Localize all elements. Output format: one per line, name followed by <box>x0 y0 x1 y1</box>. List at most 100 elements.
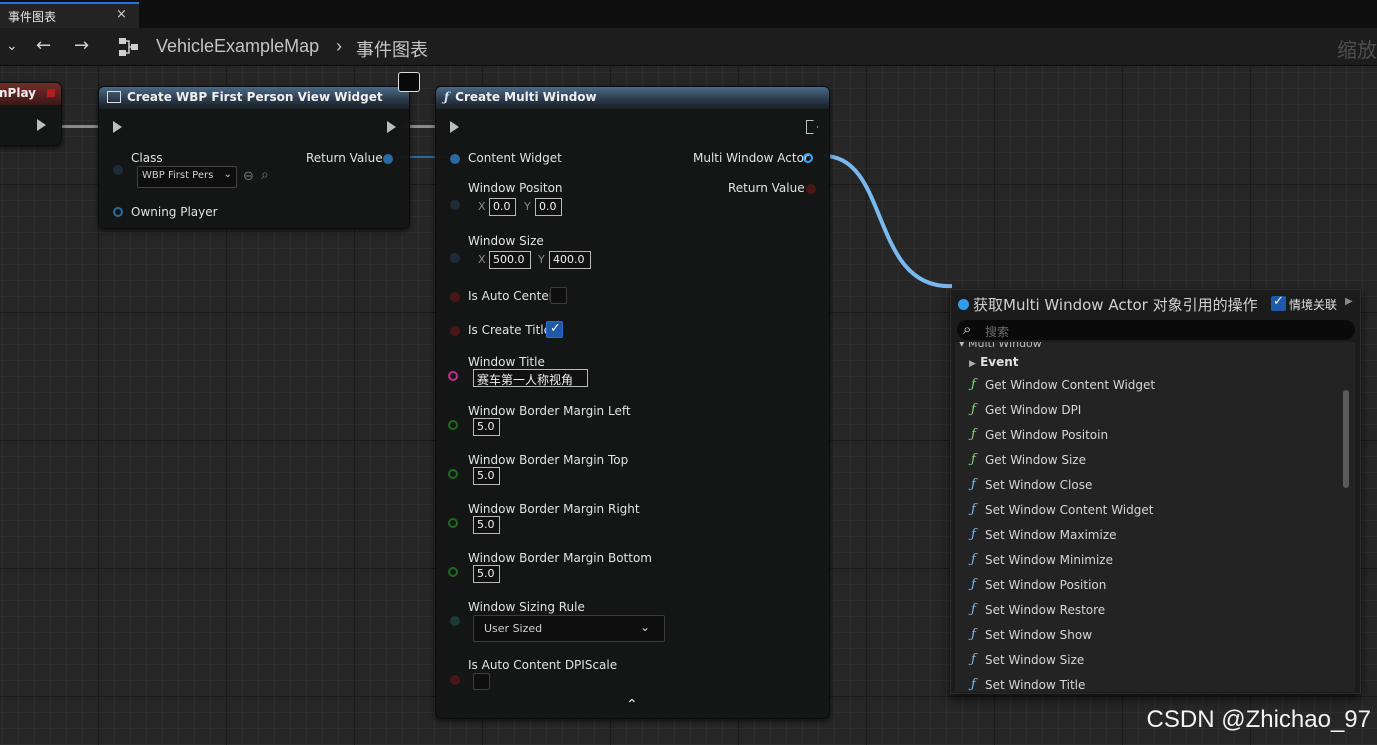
create-widget-node[interactable]: Create WBP First Person View Widget Clas… <box>98 86 410 229</box>
function-icon: ƒ <box>971 402 976 417</box>
category-multi-window[interactable]: ▾ Multi Window <box>959 342 1042 350</box>
create-title-checkbox[interactable] <box>546 321 563 338</box>
function-icon: ƒ <box>971 477 976 492</box>
delegate-pin[interactable] <box>47 89 55 97</box>
chevron-down-icon[interactable]: ⌄ <box>6 36 18 56</box>
node-header: nPlay <box>0 83 61 105</box>
sizing-rule-dropdown[interactable]: User Sized ⌄ <box>473 615 665 642</box>
use-selected-icon[interactable]: ⊖ <box>243 169 254 184</box>
exec-in-pin[interactable] <box>113 121 122 133</box>
size-x-input[interactable]: 500.0 <box>489 251 531 269</box>
exec-wire <box>405 125 439 128</box>
margin-top-pin[interactable] <box>448 469 458 479</box>
graph-hierarchy-icon[interactable] <box>118 37 140 62</box>
x-axis-label: X <box>478 200 486 213</box>
sizing-rule-label: Window Sizing Rule <box>468 600 585 614</box>
window-size-label: Window Size <box>468 234 544 248</box>
function-icon: ƒ <box>971 627 976 642</box>
window-position-pin[interactable] <box>450 200 460 210</box>
class-value: WBP First Pers <box>142 170 214 181</box>
breadcrumb-map[interactable]: VehicleExampleMap <box>156 36 319 57</box>
margin-top-input[interactable]: 5.0 <box>473 467 500 485</box>
margin-left-input[interactable]: 5.0 <box>473 418 500 436</box>
class-pin[interactable] <box>113 165 123 175</box>
auto-center-checkbox[interactable] <box>550 287 567 304</box>
action-item-label: Set Window Size <box>985 653 1085 667</box>
action-item[interactable]: ƒ Set Window Minimize <box>971 552 1113 567</box>
content-widget-pin[interactable] <box>450 154 460 164</box>
margin-left-pin[interactable] <box>448 420 458 430</box>
auto-center-pin[interactable] <box>450 292 460 302</box>
window-size-pin[interactable] <box>450 253 460 263</box>
action-item[interactable]: ƒ Set Window Size <box>971 652 1085 667</box>
window-title-pin[interactable] <box>448 371 458 381</box>
return-value-pin[interactable] <box>383 154 393 164</box>
dpi-scale-pin[interactable] <box>450 675 460 685</box>
create-title-pin[interactable] <box>450 326 460 336</box>
action-item[interactable]: ƒ Get Window Positoin <box>971 427 1108 442</box>
node-header: Create WBP First Person View Widget <box>99 87 409 109</box>
back-arrow-icon[interactable]: ← <box>36 36 51 56</box>
action-item-label: Set Window Title <box>985 678 1086 692</box>
margin-right-pin[interactable] <box>448 518 458 528</box>
action-item[interactable]: ƒ Set Window Position <box>971 577 1106 592</box>
tab-bar: 事件图表 × <box>0 0 1377 28</box>
window-title-input[interactable]: 赛车第一人称视角 <box>473 369 588 387</box>
search-input[interactable]: ⌕ 搜索 <box>957 320 1355 340</box>
action-item[interactable]: ƒ Set Window Maximize <box>971 527 1117 542</box>
exec-out-pin[interactable] <box>806 120 818 134</box>
function-icon: ƒ <box>971 577 976 592</box>
context-action-menu: 获取Multi Window Actor 对象引用的操作 ✓ 情境关联 ▶ ⌕ … <box>950 289 1361 694</box>
action-item[interactable]: ƒ Set Window Close <box>971 477 1093 492</box>
margin-bottom-input[interactable]: 5.0 <box>473 565 500 583</box>
class-dropdown[interactable]: WBP First Pers ⌄ <box>137 166 237 188</box>
search-placeholder: 搜索 <box>985 325 1010 339</box>
object-wire <box>823 154 953 289</box>
exec-out-pin[interactable] <box>387 121 396 133</box>
exec-in-pin[interactable] <box>450 121 459 133</box>
event-begin-play-node[interactable]: nPlay <box>0 82 62 146</box>
exec-out-pin[interactable] <box>37 119 46 131</box>
margin-right-input[interactable]: 5.0 <box>473 516 500 534</box>
context-sensitive-checkbox[interactable]: ✓ <box>1271 294 1286 311</box>
action-item[interactable]: ƒ Set Window Title <box>971 677 1086 692</box>
create-multi-window-node[interactable]: ƒ Create Multi Window Content Widget Mult… <box>435 86 830 719</box>
function-icon: ƒ <box>971 552 976 567</box>
function-icon: ƒ <box>971 502 976 517</box>
tab-event-graph[interactable]: 事件图表 × <box>0 2 139 28</box>
search-icon[interactable]: ⌕ <box>261 167 269 183</box>
action-item[interactable]: ƒ Get Window Content Widget <box>971 377 1155 392</box>
category-event[interactable]: ▶ Event <box>969 355 1019 369</box>
multi-window-actor-pin[interactable] <box>803 153 813 163</box>
action-item-label: Get Window DPI <box>985 403 1082 417</box>
action-item-label: Get Window Size <box>985 453 1086 467</box>
create-title-label: Is Create Title <box>468 323 552 337</box>
action-item[interactable]: ƒ Set Window Restore <box>971 602 1105 617</box>
size-y-input[interactable]: 400.0 <box>549 251 591 269</box>
margin-bottom-pin[interactable] <box>448 567 458 577</box>
breadcrumb-graph[interactable]: 事件图表 <box>356 36 428 62</box>
function-icon: ƒ <box>444 90 450 104</box>
class-label: Class <box>131 151 163 165</box>
window-position-label: Window Positon <box>468 181 563 195</box>
object-reference-icon <box>958 299 969 310</box>
return-value-pin[interactable] <box>806 184 816 194</box>
position-x-input[interactable]: 0.0 <box>489 198 516 216</box>
close-icon[interactable]: × <box>116 7 127 22</box>
scrollbar[interactable] <box>1343 390 1349 488</box>
position-y-input[interactable]: 0.0 <box>535 198 562 216</box>
function-icon: ƒ <box>971 527 976 542</box>
owning-player-pin[interactable] <box>113 207 123 217</box>
forward-arrow-icon[interactable]: → <box>74 36 89 56</box>
breadcrumb-separator: › <box>336 36 342 56</box>
action-item[interactable]: ƒ Get Window DPI <box>971 402 1082 417</box>
collapse-arrow-icon[interactable]: ⌃ <box>626 697 638 713</box>
dpi-scale-checkbox[interactable] <box>473 673 490 690</box>
action-item[interactable]: ƒ Set Window Show <box>971 627 1092 642</box>
action-item-label: Set Window Close <box>985 478 1093 492</box>
action-item[interactable]: ƒ Get Window Size <box>971 452 1086 467</box>
context-menu-title: 获取Multi Window Actor 对象引用的操作 <box>973 296 1258 314</box>
action-item[interactable]: ƒ Set Window Content Widget <box>971 502 1154 517</box>
sizing-rule-pin[interactable] <box>450 616 460 626</box>
action-item-label: Set Window Content Widget <box>985 503 1154 517</box>
